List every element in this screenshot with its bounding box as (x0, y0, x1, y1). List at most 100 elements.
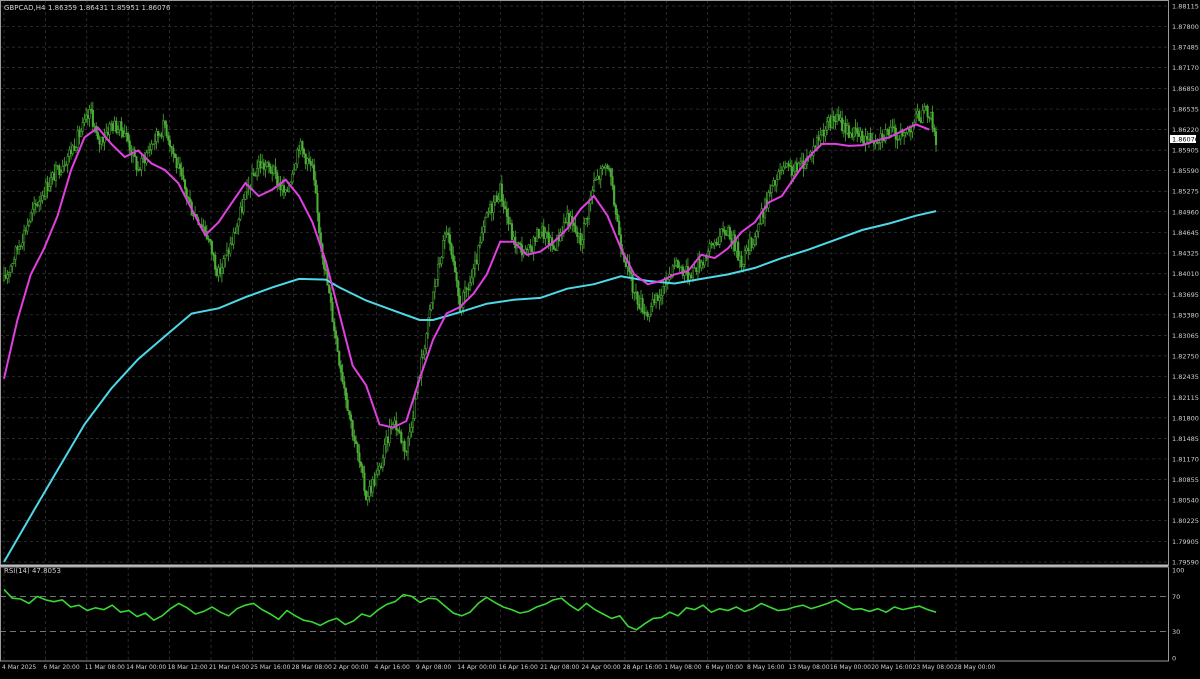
price-tick-label: 1.79905 (1172, 538, 1199, 546)
candle-body (396, 429, 399, 432)
current-price-label: 1.86076 (1172, 135, 1199, 143)
candle-body (138, 169, 141, 171)
price-tick-label: 1.82115 (1172, 394, 1199, 402)
candle-body (896, 138, 899, 141)
candle-body (495, 195, 498, 203)
candle-body (380, 465, 383, 469)
candle-body (440, 257, 443, 264)
candle-body (591, 190, 594, 197)
candle-body (829, 117, 832, 128)
candle-body (413, 398, 416, 419)
candle-body (908, 128, 911, 132)
time-tick-label: 14 Apr 00:00 (457, 664, 496, 671)
candle-body (113, 120, 116, 131)
candle-body (576, 231, 579, 237)
candle-body (655, 295, 658, 303)
candle-body (867, 133, 870, 140)
candle-body (698, 259, 701, 269)
candle-body (19, 245, 22, 248)
candle-body (256, 168, 259, 177)
candle-body (373, 479, 376, 486)
candle-body (921, 109, 924, 123)
candle-body (261, 162, 264, 169)
candle-body (633, 292, 636, 294)
candle-body (904, 132, 907, 134)
candle-body (110, 123, 113, 125)
candle-body (499, 183, 502, 201)
candle-body (539, 231, 542, 238)
candle-body (341, 371, 344, 382)
chart-window[interactable]: 1.88115 1.87800 1.87485 1.87170 1.86850 1.865… (0, 0, 1200, 675)
candle-body (636, 291, 639, 305)
candle-body (240, 206, 244, 213)
candle-body (457, 280, 460, 297)
rsi-tick-label: 0 (1172, 655, 1176, 663)
candle-body (877, 142, 881, 144)
candle-body (137, 169, 140, 171)
candle-body (224, 254, 227, 260)
time-tick-label: 13 May 08:00 (788, 664, 829, 671)
candle-body (594, 178, 597, 181)
time-tick-label: 25 Mar 16:00 (250, 664, 290, 671)
candle-body (90, 109, 93, 111)
candle-body (780, 169, 783, 172)
candle-body (123, 132, 126, 137)
price-tick-label: 1.84645 (1172, 229, 1199, 237)
candle-body (401, 441, 404, 443)
price-tick-label: 1.82750 (1172, 352, 1199, 360)
candle-body (51, 172, 54, 178)
candle-body (467, 288, 470, 291)
candle-body (101, 137, 104, 143)
candle-body (608, 168, 611, 170)
candle-body (700, 262, 703, 269)
candle-body (832, 115, 835, 122)
candle-body (686, 266, 689, 281)
candle-body (842, 123, 845, 131)
candle-body (844, 123, 847, 134)
candle-body (852, 127, 855, 138)
candle-body (410, 427, 413, 433)
candle-body (494, 195, 497, 203)
candle-body (817, 137, 820, 141)
candle-body (46, 182, 49, 192)
candle-body (492, 201, 495, 213)
candle-body (582, 223, 586, 241)
candle-body (388, 427, 391, 444)
candle-body (772, 180, 775, 186)
candle-body (291, 173, 294, 183)
candle-body (375, 474, 378, 486)
candle-body (125, 132, 128, 135)
candle-body (64, 164, 68, 167)
candle-body (680, 266, 683, 268)
candle-body (598, 175, 601, 180)
candle-body (393, 420, 396, 425)
time-tick-label: 1 May 08:00 (664, 664, 702, 671)
candle-body (923, 106, 926, 111)
candle-body (86, 114, 89, 119)
candle-body (919, 120, 922, 123)
candle-body (329, 292, 332, 303)
candle-body (76, 130, 79, 148)
candle-body (712, 243, 715, 246)
candle-body (649, 306, 653, 315)
candle-body (16, 246, 19, 250)
candle-body (303, 149, 306, 155)
candle-body (2, 275, 6, 282)
candle-body (318, 212, 321, 234)
candle-body (529, 244, 532, 248)
candle-body (500, 183, 503, 202)
price-tick-label: 1.87800 (1172, 23, 1199, 31)
candle-body (577, 232, 581, 237)
candle-body (929, 112, 933, 119)
candle-body (898, 138, 901, 141)
candle-body (452, 254, 455, 262)
candle-body (227, 250, 230, 254)
candle-body (447, 232, 450, 235)
candle-body (425, 333, 428, 349)
time-tick-label: 4 Mar 2025 (2, 664, 36, 671)
candle-body (148, 149, 151, 151)
time-tick-label: 21 Apr 08:00 (540, 664, 579, 671)
candle-body (748, 237, 751, 251)
candle-body (740, 255, 743, 267)
candle-body (770, 185, 773, 193)
